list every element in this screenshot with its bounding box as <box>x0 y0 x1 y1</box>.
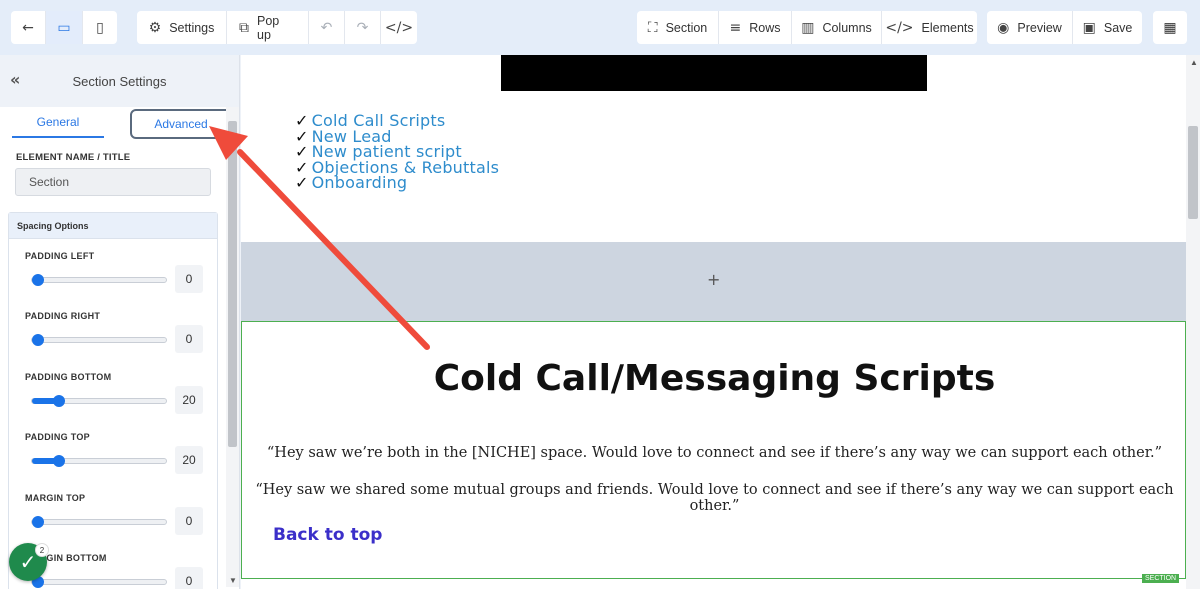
sidebar-scrollbar[interactable]: ▼ <box>226 107 239 587</box>
spacing-row: PADDING LEFT 0 <box>9 251 219 311</box>
spacing-label: MARGIN TOP <box>25 493 86 503</box>
sidebar-title: Section Settings <box>72 73 167 89</box>
canvas-scrollbar-thumb[interactable] <box>1188 126 1198 219</box>
popup-button[interactable]: ⧉ Pop up <box>227 11 309 44</box>
scroll-up-arrow-icon[interactable]: ▲ <box>1190 58 1198 67</box>
spacing-row: PADDING TOP 20 <box>9 432 219 492</box>
section-tag: SECTION <box>1142 574 1180 583</box>
undo-button[interactable]: ↶ <box>309 11 345 44</box>
undo-icon: ↶ <box>320 19 333 36</box>
preview-button[interactable]: ◉ Preview <box>987 11 1073 44</box>
spacing-label: PADDING LEFT <box>25 251 95 261</box>
elements-button[interactable]: </> Elements <box>882 11 977 44</box>
code-button[interactable]: </> <box>381 11 417 44</box>
arrow-left-icon: ← <box>22 19 34 36</box>
scroll-down-arrow-icon[interactable]: ▼ <box>229 576 237 585</box>
spacing-value-input[interactable]: 0 <box>175 507 203 535</box>
publish-group: ◉ Preview ▣ Save <box>987 11 1142 44</box>
add-section-band[interactable]: + <box>241 242 1186 321</box>
black-image-block[interactable] <box>501 55 927 91</box>
code-icon: </> <box>885 19 914 36</box>
redo-button[interactable]: ↷ <box>345 11 381 44</box>
spacing-row: PADDING BOTTOM 20 <box>9 372 219 432</box>
spacing-options-panel: Spacing Options PADDING LEFT 0 PADDING RIG… <box>8 212 218 589</box>
plus-icon[interactable]: + <box>707 270 720 289</box>
sidebar-header: « Section Settings <box>0 55 239 107</box>
save-button[interactable]: ▣ Save <box>1073 11 1142 44</box>
back-to-top-link[interactable]: Back to top <box>273 525 382 545</box>
spacing-options-header[interactable]: Spacing Options <box>9 213 217 239</box>
sidebar-scrollbar-thumb[interactable] <box>228 121 237 447</box>
top-toolbar: ← ▭ ▯ ⚙ Settings ⧉ Pop up ↶ ↷ </> ⛶ Section… <box>0 0 1200 55</box>
spacing-slider[interactable] <box>31 395 167 407</box>
element-name-label: ELEMENT NAME / TITLE <box>16 152 131 163</box>
page-canvas: ✓ Cold Call Scripts ✓ New Lead ✓ New patien… <box>241 55 1186 589</box>
external-link-icon: ⧉ <box>239 19 249 36</box>
spacing-row: PADDING RIGHT 0 <box>9 311 219 371</box>
spacing-label: PADDING BOTTOM <box>25 372 112 382</box>
tab-advanced[interactable]: Advanced <box>130 109 232 139</box>
spacing-value-input[interactable]: 0 <box>175 567 203 589</box>
view-toggle-group: ← ▭ ▯ <box>11 11 117 44</box>
edit-tools-group: ⚙ Settings ⧉ Pop up ↶ ↷ </> <box>137 11 417 44</box>
checkmark-icon: ✓ <box>295 173 309 193</box>
section-button[interactable]: ⛶ Section <box>637 11 719 44</box>
spacing-value-input[interactable]: 20 <box>175 386 203 414</box>
spacing-slider[interactable] <box>31 516 167 528</box>
spacing-value-input[interactable]: 0 <box>175 325 203 353</box>
mobile-view-button[interactable]: ▯ <box>83 11 117 44</box>
script-links-list: ✓ Cold Call Scripts ✓ New Lead ✓ New patien… <box>295 113 499 191</box>
desktop-view-button[interactable]: ▭ <box>46 11 83 44</box>
mobile-icon: ▯ <box>96 19 104 36</box>
spacing-slider[interactable] <box>31 576 167 588</box>
list-item[interactable]: ✓ Onboarding <box>295 175 499 191</box>
expand-icon: ⛶ <box>647 19 658 36</box>
notification-count-badge: 2 <box>35 543 49 557</box>
rows-button[interactable]: ≡ Rows <box>719 11 792 44</box>
slider-handle[interactable] <box>32 274 44 286</box>
spacing-slider[interactable] <box>31 274 167 286</box>
double-chevron-left-icon[interactable]: « <box>10 70 20 89</box>
desktop-icon: ▭ <box>57 19 71 36</box>
spacing-label: PADDING TOP <box>25 432 90 442</box>
tab-general[interactable]: General <box>12 107 104 138</box>
gears-icon: ⚙ <box>148 19 162 36</box>
section-settings-sidebar: « Section Settings General Advanced ELEM… <box>0 55 240 589</box>
settings-button[interactable]: ⚙ Settings <box>137 11 227 44</box>
spacing-value-input[interactable]: 20 <box>175 446 203 474</box>
redo-icon: ↷ <box>356 19 369 36</box>
canvas-scrollbar[interactable]: ▲ <box>1186 55 1200 589</box>
eye-icon: ◉ <box>997 19 1010 36</box>
element-name-input[interactable]: Section <box>15 168 211 196</box>
bars-icon: ≡ <box>729 19 742 36</box>
code-icon: </> <box>384 19 414 36</box>
spacing-value-input[interactable]: 0 <box>175 265 203 293</box>
apps-menu-button[interactable]: ▦ <box>1153 11 1187 44</box>
section-heading: Cold Call/Messaging Scripts <box>433 358 996 399</box>
columns-button[interactable]: ▥ Columns <box>792 11 882 44</box>
slider-handle[interactable] <box>32 334 44 346</box>
back-button[interactable]: ← <box>11 11 46 44</box>
spacing-slider[interactable] <box>31 334 167 346</box>
slider-handle[interactable] <box>53 455 66 467</box>
script-quote-1: “Hey saw we’re both in the [NICHE] space… <box>266 445 1163 461</box>
structure-group: ⛶ Section ≡ Rows ▥ Columns </> Elements <box>637 11 977 44</box>
floppy-disk-icon: ▣ <box>1082 19 1096 36</box>
spacing-label: PADDING RIGHT <box>25 311 101 321</box>
spacing-slider[interactable] <box>31 455 167 467</box>
slider-handle[interactable] <box>32 516 44 528</box>
settings-tabs: General Advanced <box>0 107 232 139</box>
grid-icon: ▦ <box>1163 19 1177 36</box>
selected-section[interactable]: Cold Call/Messaging Scripts “Hey saw we’… <box>241 321 1186 583</box>
script-quote-2: “Hey saw we shared some mutual groups an… <box>255 482 1174 514</box>
slider-handle[interactable] <box>53 395 66 407</box>
columns-icon: ▥ <box>801 19 815 36</box>
